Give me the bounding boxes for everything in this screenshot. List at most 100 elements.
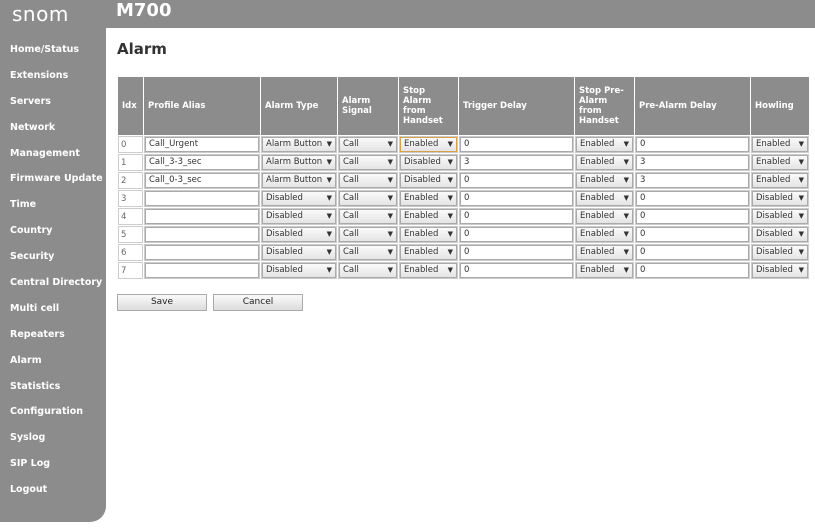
trigger-delay-input[interactable]: 3 [460,155,573,170]
stop-alarm-select[interactable]: Enabled ▼ [400,245,457,260]
stop-pre-alarm-select[interactable]: Enabled ▼ [576,227,633,242]
pre-alarm-delay-input[interactable]: 3 [636,155,749,170]
profile-alias-input[interactable] [145,263,259,278]
sidebar-item-configuration[interactable]: Configuration [0,399,106,425]
sidebar-item-security[interactable]: Security [0,244,106,270]
pre-alarm-delay-input[interactable]: 0 [636,227,749,242]
pre-alarm-delay-input[interactable]: 3 [636,173,749,188]
alarm-signal-select[interactable]: Call ▼ [339,137,397,152]
pre-alarm-delay-input[interactable]: 0 [636,191,749,206]
alarm-type-select[interactable]: Disabled ▼ [262,263,336,278]
chevron-down-icon: ▼ [798,158,804,166]
trigger-delay-input[interactable]: 0 [460,137,573,152]
profile-alias-input[interactable]: Call_0-3_sec [145,173,259,188]
alarm-signal-select[interactable]: Call ▼ [339,245,397,260]
alarm-type-select[interactable]: Disabled ▼ [262,209,336,224]
sidebar-item-alarm[interactable]: Alarm [0,348,106,374]
howling-select[interactable]: Disabled ▼ [752,227,808,242]
table-cell: Call_Urgent [144,136,260,153]
howling-select[interactable]: Disabled ▼ [752,245,808,260]
stop-alarm-select[interactable]: Disabled ▼ [400,173,457,188]
trigger-delay-input[interactable]: 0 [460,209,573,224]
pre-alarm-delay-input[interactable]: 0 [636,263,749,278]
save-button[interactable]: Save [117,294,207,311]
sidebar-item-repeaters[interactable]: Repeaters [0,322,106,348]
table-cell: Call ▼ [338,208,398,225]
sidebar-item-central-directory[interactable]: Central Directory [0,270,106,296]
stop-alarm-select[interactable]: Disabled ▼ [400,155,457,170]
howling-select[interactable]: Disabled ▼ [752,209,808,224]
col-stop-pre-alarm: Stop Pre-Alarm from Handset [575,77,634,135]
table-row: 2 Call_0-3_sec Alarm Button ▼ Call ▼ Disabled ▼… [118,172,809,189]
alarm-type-select[interactable]: Alarm Button ▼ [262,173,336,188]
alarm-type-select[interactable]: Alarm Button ▼ [262,155,336,170]
table-row: 6 Disabled ▼ Call ▼ Enabled ▼ 0 Enabled ▼ 0 Disable… [118,244,809,261]
trigger-delay-input[interactable]: 0 [460,227,573,242]
sidebar-item-logout[interactable]: Logout [0,477,106,503]
col-alarm-signal: Alarm Signal [338,77,398,135]
cancel-button[interactable]: Cancel [213,294,303,311]
stop-alarm-select[interactable]: Enabled ▼ [400,263,457,278]
stop-alarm-select[interactable]: Enabled ▼ [400,137,457,152]
alarm-signal-select[interactable]: Call ▼ [339,209,397,224]
chevron-down-icon: ▼ [798,140,804,148]
profile-alias-input[interactable]: Call_Urgent [145,137,259,152]
howling-select[interactable]: Enabled ▼ [752,155,808,170]
profile-alias-input[interactable] [145,227,259,242]
trigger-delay-input[interactable]: 0 [460,263,573,278]
trigger-delay-input[interactable]: 0 [460,173,573,188]
alarm-type-select[interactable]: Disabled ▼ [262,191,336,206]
stop-alarm-select[interactable]: Enabled ▼ [400,209,457,224]
stop-pre-alarm-select[interactable]: Enabled ▼ [576,173,633,188]
stop-alarm-select[interactable]: Enabled ▼ [400,227,457,242]
stop-pre-alarm-select[interactable]: Enabled ▼ [576,263,633,278]
pre-alarm-delay-input[interactable]: 0 [636,137,749,152]
howling-select[interactable]: Enabled ▼ [752,173,808,188]
table-cell: Disabled ▼ [751,208,809,225]
alarm-signal-select[interactable]: Call ▼ [339,263,397,278]
sidebar-item-time[interactable]: Time [0,192,106,218]
sidebar-item-extensions[interactable]: Extensions [0,63,106,89]
howling-select[interactable]: Enabled ▼ [752,137,808,152]
sidebar-item-firmware-update[interactable]: Firmware Update [0,166,106,192]
alarm-signal-select[interactable]: Call ▼ [339,173,397,188]
sidebar-item-statistics[interactable]: Statistics [0,374,106,400]
sidebar-item-syslog[interactable]: Syslog [0,425,106,451]
chevron-down-icon: ▼ [447,230,453,238]
profile-alias-input[interactable] [145,191,259,206]
sidebar-item-home-status[interactable]: Home/Status [0,37,106,63]
sidebar-item-management[interactable]: Management [0,141,106,167]
howling-select[interactable]: Disabled ▼ [752,191,808,206]
pre-alarm-delay-input[interactable]: 0 [636,209,749,224]
table-cell: 0 [635,262,750,279]
alarm-signal-select[interactable]: Call ▼ [339,191,397,206]
stop-pre-alarm-select[interactable]: Enabled ▼ [576,137,633,152]
table-cell: Disabled ▼ [751,262,809,279]
alarm-type-select[interactable]: Alarm Button ▼ [262,137,336,152]
stop-pre-alarm-select[interactable]: Enabled ▼ [576,191,633,206]
sidebar-item-servers[interactable]: Servers [0,89,106,115]
stop-pre-alarm-select[interactable]: Enabled ▼ [576,209,633,224]
stop-pre-alarm-select[interactable]: Enabled ▼ [576,155,633,170]
stop-alarm-select[interactable]: Enabled ▼ [400,191,457,206]
sidebar-item-multi-cell[interactable]: Multi cell [0,296,106,322]
alarm-type-select[interactable]: Disabled ▼ [262,227,336,242]
stop-pre-alarm-select[interactable]: Enabled ▼ [576,245,633,260]
trigger-delay-input[interactable]: 0 [460,191,573,206]
sidebar-item-sip-log[interactable]: SIP Log [0,451,106,477]
profile-alias-input[interactable] [145,245,259,260]
profile-alias-input[interactable] [145,209,259,224]
alarm-signal-select[interactable]: Call ▼ [339,227,397,242]
table-cell: 0 [635,208,750,225]
alarm-signal-select[interactable]: Call ▼ [339,155,397,170]
sidebar-item-country[interactable]: Country [0,218,106,244]
howling-select[interactable]: Disabled ▼ [752,263,808,278]
stop-alarm-select-value: Enabled [404,247,439,257]
stop-pre-alarm-select-value: Enabled [580,247,615,257]
profile-alias-input[interactable]: Call_3-3_sec [145,155,259,170]
chevron-down-icon: ▼ [326,230,332,238]
pre-alarm-delay-input[interactable]: 0 [636,245,749,260]
sidebar-item-network[interactable]: Network [0,115,106,141]
alarm-type-select[interactable]: Disabled ▼ [262,245,336,260]
trigger-delay-input[interactable]: 0 [460,245,573,260]
